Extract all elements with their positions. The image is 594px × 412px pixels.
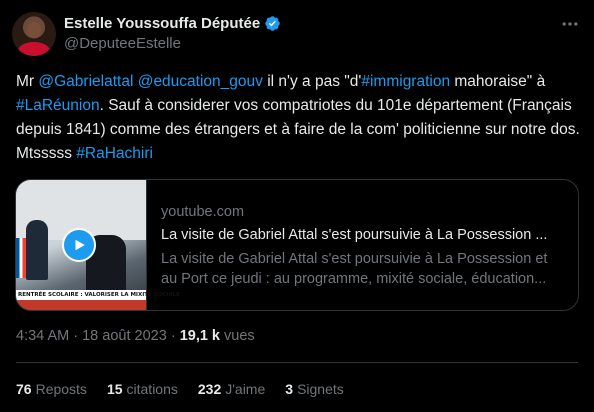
- reposts-stat[interactable]: 76 Reposts: [16, 381, 87, 397]
- tweet-text-segment: mahoraise" à: [450, 73, 546, 90]
- play-icon[interactable]: [62, 228, 96, 262]
- hashtag-link[interactable]: #LaRéunion: [16, 97, 100, 114]
- quotes-count: 15: [106, 381, 123, 397]
- quotes-stat[interactable]: 15 citations: [107, 381, 178, 397]
- engagement-stats: 76 Reposts 15 citations 232 J'aime 3 Signets: [16, 381, 344, 397]
- verified-badge-icon: [265, 16, 280, 31]
- likes-count: 232: [197, 381, 222, 397]
- tweet-date[interactable]: 18 août 2023: [82, 328, 167, 344]
- reposts-label: Reposts: [35, 381, 87, 397]
- avatar-face: [27, 22, 41, 38]
- likes-stat[interactable]: 232 J'aime: [198, 381, 265, 397]
- tweet-time[interactable]: 4:34 AM: [16, 328, 69, 344]
- author-name-row: Estelle Youssouffa Députée: [64, 15, 281, 32]
- likes-label: J'aime: [225, 381, 266, 397]
- meta-separator: ·: [73, 328, 79, 344]
- hashtag-link[interactable]: #RaHachiri: [76, 145, 153, 162]
- mention-link[interactable]: @Gabrielattal: [38, 73, 133, 90]
- tweet-text: Mr @Gabrielattal @education_gouv il n'y …: [16, 70, 582, 166]
- reposts-count: 76: [16, 381, 32, 397]
- author-avatar[interactable]: [12, 12, 56, 56]
- card-domain: youtube.com: [161, 204, 245, 220]
- card-description: La visite de Gabriel Attal s'est poursui…: [161, 251, 548, 287]
- tweet-text-segment: Mr: [16, 73, 39, 90]
- divider: [16, 362, 578, 363]
- video-thumbnail[interactable]: RENTRÉE SCOLAIRE : VALORISER LA MIXITÉ S…: [16, 180, 180, 310]
- thumbnail-flag: [16, 238, 26, 278]
- card-title[interactable]: La visite de Gabriel Attal s'est poursui…: [161, 227, 564, 243]
- views-label: vues: [224, 328, 255, 344]
- more-options-icon[interactable]: [560, 14, 580, 39]
- avatar-scarf: [18, 42, 50, 56]
- card-body: youtube.com La visite de Gabriel Attal s…: [147, 180, 578, 310]
- tweet-meta: 4:34 AM · 18 août 2023 · 19,1 k vues: [16, 328, 255, 344]
- link-preview-card[interactable]: RENTRÉE SCOLAIRE : VALORISER LA MIXITÉ S…: [15, 179, 579, 311]
- author-handle[interactable]: @DeputeeEstelle: [64, 35, 181, 52]
- mention-link[interactable]: @education_gouv: [138, 73, 263, 90]
- bookmarks-stat[interactable]: 3 Signets: [285, 381, 344, 397]
- bookmarks-label: Signets: [297, 381, 344, 397]
- thumbnail-banner-text: RENTRÉE SCOLAIRE : VALORISER LA MIXITÉ S…: [18, 292, 180, 298]
- meta-separator: ·: [170, 328, 176, 344]
- thumbnail-bottom-bar: [16, 300, 146, 310]
- views-count: 19,1 k: [179, 328, 221, 344]
- bookmarks-count: 3: [285, 381, 294, 397]
- hashtag-link[interactable]: #immigration: [361, 73, 450, 90]
- author-name[interactable]: Estelle Youssouffa Députée: [64, 15, 260, 32]
- tweet-text-segment: il n'y a pas "d': [262, 73, 362, 90]
- thumbnail-person: [26, 220, 48, 280]
- quotes-label: citations: [126, 381, 178, 397]
